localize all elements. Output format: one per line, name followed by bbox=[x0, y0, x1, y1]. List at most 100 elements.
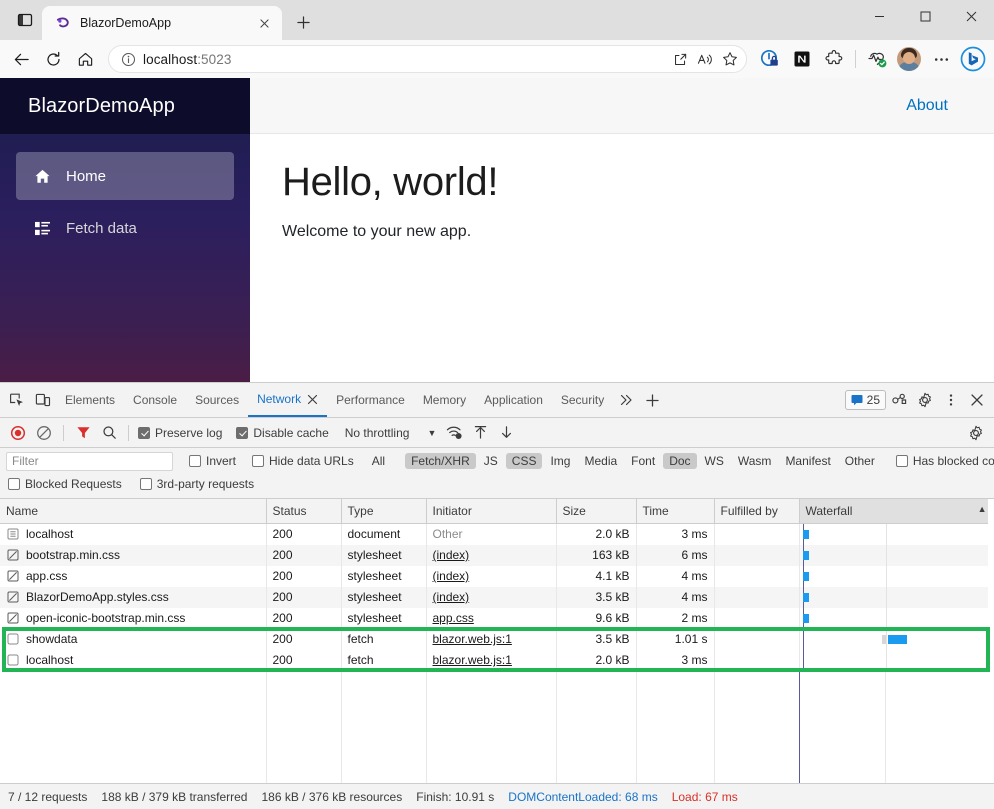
cell-type: stylesheet bbox=[341, 565, 427, 587]
tab-application[interactable]: Application bbox=[475, 383, 552, 417]
has-blocked-cookies-checkbox[interactable]: Has blocked cookies bbox=[894, 454, 994, 468]
close-window-button[interactable] bbox=[948, 0, 994, 32]
filter-type-doc[interactable]: Doc bbox=[663, 453, 697, 469]
app-brand[interactable]: BlazorDemoApp bbox=[0, 78, 250, 134]
settings-gear-icon[interactable] bbox=[912, 387, 938, 413]
minimize-button[interactable] bbox=[856, 0, 902, 32]
table-row[interactable]: BlazorDemoApp.styles.css 200 stylesheet … bbox=[0, 586, 994, 608]
split-screen-icon[interactable] bbox=[668, 47, 692, 71]
filter-type-ws[interactable]: WS bbox=[699, 453, 730, 469]
column-header-type[interactable]: Type bbox=[341, 499, 427, 524]
extensions-puzzle-icon[interactable] bbox=[819, 44, 849, 74]
filter-type-js[interactable]: JS bbox=[478, 453, 504, 469]
column-header-fulfilled-by[interactable]: Fulfilled by bbox=[714, 499, 800, 524]
extension-privacy-icon[interactable] bbox=[755, 44, 785, 74]
export-har-icon[interactable] bbox=[494, 421, 518, 445]
tab-network[interactable]: Network bbox=[248, 383, 328, 417]
filter-type-other[interactable]: Other bbox=[839, 453, 881, 469]
record-stop-icon[interactable] bbox=[6, 421, 30, 445]
filter-input[interactable] bbox=[6, 451, 173, 471]
table-row[interactable]: open-iconic-bootstrap.min.css 200 styles… bbox=[0, 607, 994, 629]
devtools-close-icon[interactable] bbox=[964, 387, 990, 413]
filter-icon[interactable] bbox=[71, 421, 95, 445]
avatar[interactable] bbox=[894, 44, 924, 74]
issues-badge[interactable]: 25 bbox=[844, 390, 886, 410]
blocked-requests-checkbox[interactable]: Blocked Requests bbox=[6, 477, 124, 491]
column-header-time[interactable]: Time bbox=[636, 499, 715, 524]
tab-network-label: Network bbox=[257, 392, 302, 406]
filter-type-fetch-xhr[interactable]: Fetch/XHR bbox=[405, 453, 476, 469]
invert-checkbox[interactable]: Invert bbox=[187, 454, 238, 468]
devtools-more-icon[interactable] bbox=[938, 387, 964, 413]
notion-extension-icon[interactable] bbox=[787, 44, 817, 74]
search-icon[interactable] bbox=[97, 421, 121, 445]
cloud-devtools-icon[interactable] bbox=[886, 387, 912, 413]
table-row[interactable]: bootstrap.min.css 200 stylesheet (index)… bbox=[0, 544, 994, 566]
new-tab-button[interactable] bbox=[288, 7, 318, 37]
table-row[interactable]: localhost 200 fetch blazor.web.js:1 2.0 … bbox=[0, 649, 994, 671]
site-info-icon[interactable] bbox=[117, 48, 139, 70]
tab-console[interactable]: Console bbox=[124, 383, 186, 417]
more-options-icon[interactable] bbox=[926, 44, 956, 74]
cell-fulfilled-by bbox=[714, 649, 800, 671]
filter-type-img[interactable]: Img bbox=[544, 453, 576, 469]
health-shield-icon[interactable] bbox=[862, 44, 892, 74]
column-header-status[interactable]: Status bbox=[266, 499, 342, 524]
home-icon[interactable] bbox=[70, 44, 100, 74]
browser-tab[interactable]: BlazorDemoApp bbox=[42, 6, 282, 40]
import-har-icon[interactable] bbox=[468, 421, 492, 445]
add-panel-icon[interactable] bbox=[639, 387, 665, 413]
column-header-name[interactable]: Name bbox=[0, 499, 267, 524]
table-row[interactable]: localhost 200 document Other 2.0 kB 3 ms bbox=[0, 523, 994, 545]
sidebar-item-home[interactable]: Home bbox=[16, 152, 234, 200]
filter-type-css[interactable]: CSS bbox=[505, 453, 543, 469]
about-link[interactable]: About bbox=[906, 97, 948, 115]
filter-type-media[interactable]: Media bbox=[578, 453, 623, 469]
clear-icon[interactable] bbox=[32, 421, 56, 445]
preserve-log-checkbox[interactable]: Preserve log bbox=[136, 426, 224, 440]
tab-memory[interactable]: Memory bbox=[414, 383, 475, 417]
tab-network-close-icon[interactable] bbox=[307, 394, 318, 405]
window-controls bbox=[856, 0, 994, 40]
inspect-element-icon[interactable] bbox=[4, 387, 30, 413]
hide-data-urls-label: Hide data URLs bbox=[269, 454, 354, 468]
filter-type-font[interactable]: Font bbox=[625, 453, 661, 469]
tab-performance[interactable]: Performance bbox=[327, 383, 414, 417]
table-scrollbar[interactable] bbox=[988, 499, 994, 783]
tab-security[interactable]: Security bbox=[552, 383, 613, 417]
third-party-requests-checkbox[interactable]: 3rd-party requests bbox=[138, 477, 256, 491]
column-header-initiator[interactable]: Initiator bbox=[426, 499, 557, 524]
address-bar[interactable]: localhost:5023 bbox=[108, 45, 747, 73]
read-aloud-icon[interactable] bbox=[693, 47, 717, 71]
disable-cache-checkbox[interactable]: Disable cache bbox=[234, 426, 330, 440]
throttling-select[interactable]: No throttling ▼ bbox=[339, 423, 441, 443]
document-icon bbox=[6, 528, 19, 541]
maximize-button[interactable] bbox=[902, 0, 948, 32]
cell-time: 3 ms bbox=[636, 523, 715, 545]
more-tabs-icon[interactable] bbox=[613, 387, 639, 413]
tab-elements[interactable]: Elements bbox=[56, 383, 124, 417]
network-conditions-icon[interactable] bbox=[442, 421, 466, 445]
favorite-star-icon[interactable] bbox=[718, 47, 742, 71]
column-header-size[interactable]: Size bbox=[556, 499, 637, 524]
reload-icon[interactable] bbox=[38, 44, 68, 74]
tab-actions-icon[interactable] bbox=[8, 3, 42, 37]
network-settings-gear-icon[interactable] bbox=[964, 421, 988, 445]
table-row[interactable]: app.css 200 stylesheet (index) 4.1 kB 4 … bbox=[0, 565, 994, 587]
table-row[interactable]: showdata 200 fetch blazor.web.js:1 3.5 k… bbox=[0, 628, 994, 650]
device-toolbar-icon[interactable] bbox=[30, 387, 56, 413]
hide-data-urls-checkbox[interactable]: Hide data URLs bbox=[250, 454, 356, 468]
sidebar-item-fetch-data[interactable]: Fetch data bbox=[16, 204, 234, 252]
cell-size: 2.0 kB bbox=[556, 523, 637, 545]
filter-type-manifest[interactable]: Manifest bbox=[779, 453, 836, 469]
profile-avatar[interactable] bbox=[897, 47, 921, 71]
fetch-icon bbox=[6, 633, 19, 646]
filter-type-wasm[interactable]: Wasm bbox=[732, 453, 778, 469]
filter-type-all[interactable]: All bbox=[366, 453, 391, 469]
bing-copilot-icon[interactable] bbox=[958, 44, 988, 74]
devtools-panel: Elements Console Sources Network Perform… bbox=[0, 382, 994, 809]
column-header-waterfall[interactable]: Waterfall ▲ bbox=[799, 499, 994, 524]
tab-sources[interactable]: Sources bbox=[186, 383, 248, 417]
tab-close-icon[interactable] bbox=[254, 13, 274, 33]
back-arrow-icon[interactable] bbox=[6, 44, 36, 74]
